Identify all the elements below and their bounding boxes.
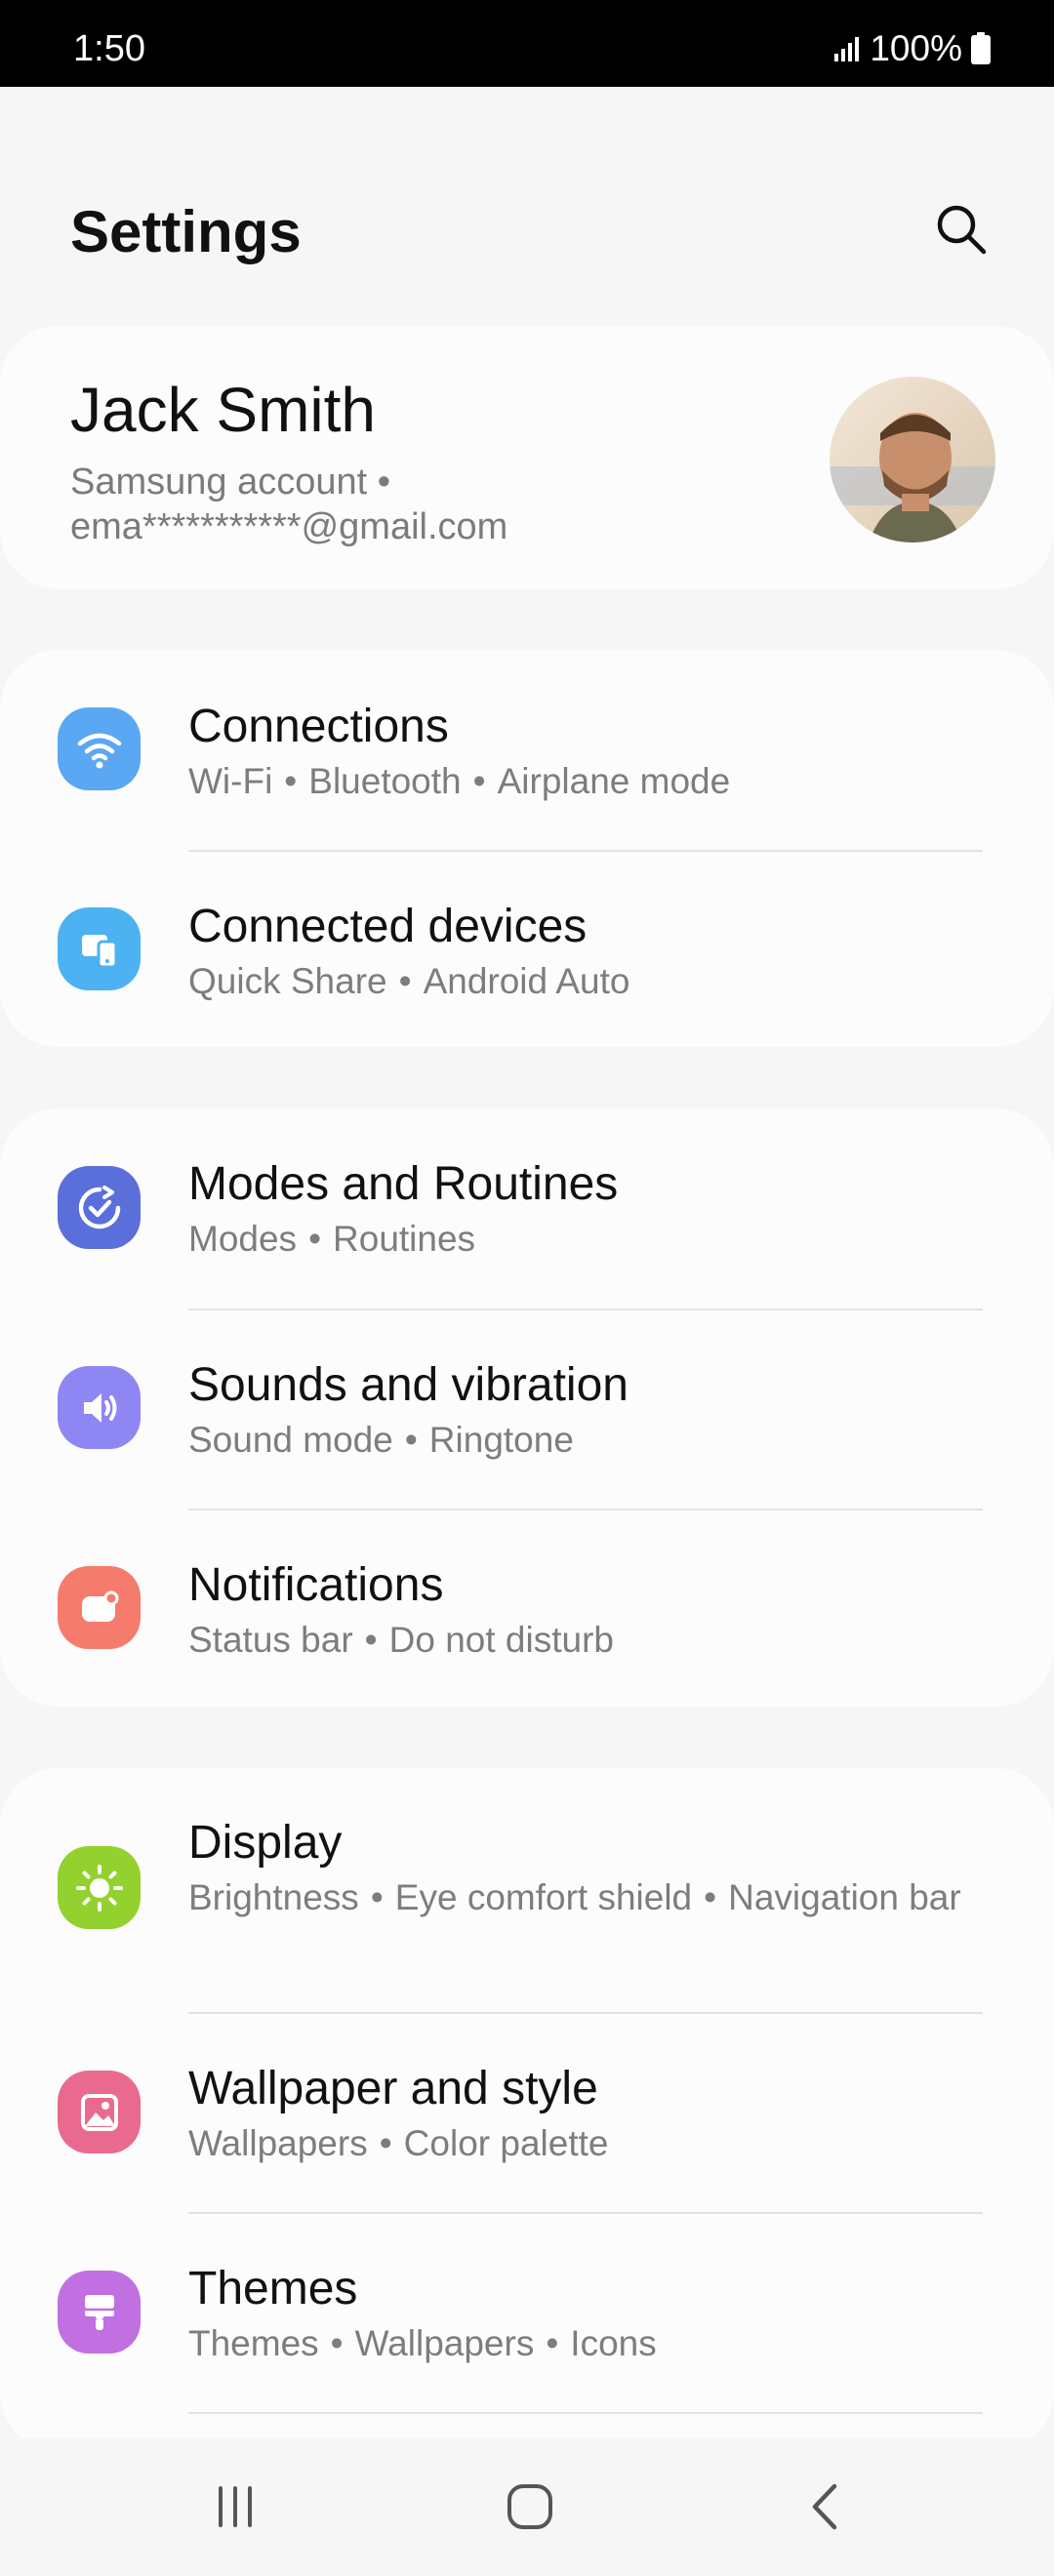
avatar[interactable] (830, 377, 995, 543)
subtitle-part: Icons (570, 2323, 657, 2363)
subtitle-part: Do not disturb (388, 1620, 614, 1660)
search-button[interactable] (929, 197, 993, 262)
battery-percent: 100% (870, 28, 962, 68)
recents-icon (219, 2486, 252, 2527)
subtitle-part: Bluetooth (308, 761, 462, 801)
back-button[interactable] (792, 2473, 861, 2541)
settings-group-2: Modes and Routines Modes • Routines Sounds… (0, 1108, 1054, 1707)
speaker-icon (58, 1366, 141, 1449)
profile-photo (830, 377, 995, 543)
subtitle-part: Wi-Fi (188, 761, 273, 801)
settings-item-notifications[interactable]: Notifications Status bar • Do not disturb (0, 1509, 1054, 1707)
settings-item-connected-devices[interactable]: Connected devices Quick Share • Android Au… (0, 851, 1054, 1047)
status-bar: 1:50 100% (0, 0, 1054, 87)
settings-item-themes[interactable]: Themes Themes • Wallpapers • Icons (0, 2213, 1054, 2412)
subtitle-part: Android Auto (423, 961, 630, 1001)
subtitle-part: Themes (188, 2323, 319, 2363)
subtitle-part: Sound mode (188, 1420, 393, 1460)
subtitle-part: Eye comfort shield (394, 1877, 693, 1917)
image-icon (58, 2071, 141, 2153)
wifi-icon (58, 707, 141, 790)
display-title: Display (188, 1817, 343, 1869)
subtitle-part: Wallpapers (188, 2123, 368, 2163)
notification-icon (58, 1566, 141, 1649)
settings-group-3: Display Brightness • Eye comfort shield • Na… (0, 1768, 1054, 2451)
sounds-subtitle: Sound mode • Ringtone (188, 1420, 574, 1460)
signal-icon (834, 36, 860, 61)
settings-item-connections[interactable]: Connections Wi-Fi • Bluetooth • Airplane mod… (0, 650, 1054, 848)
battery-icon (971, 31, 991, 64)
subtitle-part: Routines (333, 1219, 476, 1259)
themes-title: Themes (188, 2263, 358, 2314)
settings-group-1: Connections Wi-Fi • Bluetooth • Airplane mod… (0, 650, 1054, 1047)
sounds-title: Sounds and vibration (188, 1359, 628, 1411)
paint-brush-icon (58, 2271, 141, 2354)
connections-title: Connections (188, 701, 449, 752)
themes-subtitle: Themes • Wallpapers • Icons (188, 2323, 657, 2363)
routine-check-icon (58, 1166, 141, 1249)
account-name: Jack Smith (70, 375, 376, 445)
account-email: ema***********@gmail.com (70, 506, 508, 547)
navigation-bar (0, 2437, 1054, 2576)
connections-subtitle: Wi-Fi • Bluetooth • Airplane mode (188, 761, 731, 801)
devices-icon (58, 907, 141, 990)
notifications-title: Notifications (188, 1559, 444, 1611)
sun-icon (58, 1846, 141, 1929)
modes-routines-title: Modes and Routines (188, 1158, 619, 1210)
status-right: 100% (832, 30, 992, 66)
home-button[interactable] (496, 2473, 564, 2541)
header: Settings (0, 185, 1054, 283)
search-icon (937, 205, 987, 255)
subtitle-part: Navigation bar (728, 1877, 961, 1917)
subtitle-part: Color palette (403, 2123, 609, 2163)
home-icon (507, 2484, 552, 2529)
divider (188, 2412, 983, 2414)
wallpaper-title: Wallpaper and style (188, 2063, 598, 2114)
account-card[interactable]: Jack Smith Samsung account • ema********… (0, 326, 1054, 589)
subtitle-part: Brightness (188, 1877, 359, 1917)
settings-item-modes-routines[interactable]: Modes and Routines Modes • Routines (0, 1108, 1054, 1308)
back-icon (812, 2483, 837, 2530)
subtitle-part: Airplane mode (497, 761, 731, 801)
subtitle-part: Quick Share (188, 961, 387, 1001)
wallpaper-subtitle: Wallpapers • Color palette (188, 2123, 609, 2163)
connected-devices-subtitle: Quick Share • Android Auto (188, 961, 630, 1001)
display-subtitle: Brightness • Eye comfort shield • Navigation… (188, 1877, 961, 1917)
settings-item-display[interactable]: Display Brightness • Eye comfort shield • Na… (0, 1768, 1054, 2012)
subtitle-part: Modes (188, 1219, 298, 1259)
subtitle-part: Wallpapers (354, 2323, 535, 2363)
connected-devices-title: Connected devices (188, 901, 588, 952)
settings-item-wallpaper[interactable]: Wallpaper and style Wallpapers • Color pal… (0, 2013, 1054, 2212)
notifications-subtitle: Status bar • Do not disturb (188, 1620, 614, 1660)
subtitle-part: Ringtone (428, 1420, 574, 1460)
page-title: Settings (70, 199, 302, 264)
status-time: 1:50 (73, 28, 145, 69)
settings-item-sounds[interactable]: Sounds and vibration Sound mode • Ringtone (0, 1309, 1054, 1509)
account-type: Samsung account • (70, 462, 391, 503)
recents-button[interactable] (201, 2473, 269, 2541)
subtitle-part: Status bar (188, 1620, 353, 1660)
modes-routines-subtitle: Modes • Routines (188, 1219, 476, 1259)
